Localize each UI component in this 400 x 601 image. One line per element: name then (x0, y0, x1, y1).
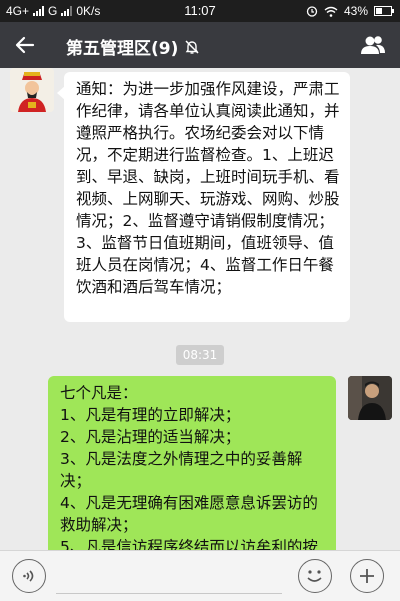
input-bar (0, 550, 400, 601)
group-members-button[interactable] (356, 28, 390, 62)
chat-header: 第五管理区(9) (0, 22, 400, 68)
status-right: 43% (306, 4, 394, 18)
battery-percent: 43% (343, 4, 368, 18)
message-input[interactable] (56, 561, 282, 594)
people-icon (361, 36, 385, 54)
smiley-icon (307, 570, 322, 582)
message-bubble-sent[interactable]: 七个凡是： 1、凡是有理的立即解决； 2、凡是沾理的适当解决； 3、凡是法度之外… (48, 376, 336, 550)
voice-input-button[interactable] (12, 559, 46, 593)
chat-area[interactable]: 通知：为进一步加强作风建设，严肃工作纪律，请各单位认真阅读此通知，并遵照严格执行… (0, 68, 400, 550)
sender-avatar[interactable] (10, 68, 54, 112)
chat-title: 第五管理区(9) (66, 34, 200, 59)
battery-icon (374, 6, 394, 16)
battery-level (376, 8, 383, 14)
own-avatar[interactable] (348, 376, 392, 420)
more-options-button[interactable] (350, 559, 384, 593)
group-name: 第五管理区(9) (66, 39, 179, 59)
emoji-button[interactable] (298, 559, 332, 593)
person-photo-avatar-icon (348, 376, 392, 420)
mute-icon (185, 39, 199, 54)
status-bar: 4G+ G 0K/s 11:07 43% (0, 0, 400, 22)
back-arrow-icon (15, 36, 35, 54)
wifi-icon (324, 6, 338, 17)
message-timestamp: 08:31 (176, 345, 224, 365)
message-bubble-received[interactable]: 通知：为进一步加强作风建设，严肃工作纪律，请各单位认真阅读此通知，并遵照严格执行… (57, 72, 350, 322)
voice-icon (23, 570, 34, 582)
fortune-god-avatar-icon (10, 68, 54, 112)
alarm-icon (306, 6, 318, 17)
plus-icon (360, 569, 374, 583)
back-button[interactable] (8, 28, 42, 62)
